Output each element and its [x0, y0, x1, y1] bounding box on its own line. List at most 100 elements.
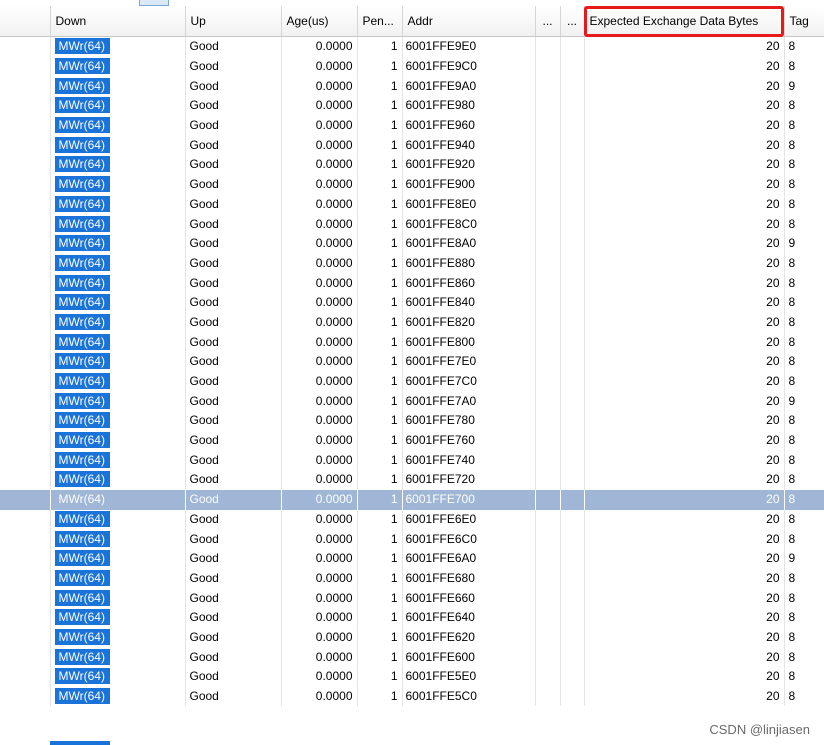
cell-pending: 1 — [357, 607, 403, 628]
table-row[interactable]: MWr(64) Good 0.0000 1 6001FFE7C0 20 8 — [0, 371, 824, 392]
table-row[interactable]: MWr(64) Good 0.0000 1 6001FFE600 20 8 — [0, 647, 824, 667]
cell-age: 0.0000 — [281, 312, 358, 333]
table-row[interactable]: MWr(64) Good 0.0000 1 6001FFE8C0 20 8 — [0, 214, 824, 234]
table-row[interactable]: MWr(64) Good 0.0000 1 6001FFE5C0 20 8 — [0, 686, 824, 707]
row-header-cell — [0, 273, 51, 293]
packet-type-badge: MWr(64) — [54, 176, 110, 193]
cell-pending: 1 — [357, 686, 403, 707]
table-row[interactable]: MWr(64) Good 0.0000 1 6001FFE8A0 20 9 — [0, 233, 824, 254]
table-row[interactable]: MWr(64) Good 0.0000 1 6001FFE8E0 20 8 — [0, 194, 824, 215]
cell-tag: 8 — [784, 588, 824, 608]
cell-collapsed-2 — [560, 214, 585, 234]
cell-collapsed-2 — [560, 115, 585, 136]
cell-collapsed-2 — [560, 489, 585, 510]
table-row[interactable]: MWr(64) Good 0.0000 1 6001FFE640 20 8 — [0, 607, 824, 628]
table-row[interactable]: MWr(64) Good 0.0000 1 6001FFE5E0 20 8 — [0, 667, 824, 687]
column-header-down[interactable]: Down — [50, 6, 186, 37]
cell-down: MWr(64) — [50, 627, 186, 648]
cell-pending: 1 — [357, 96, 403, 116]
cell-pending: 1 — [357, 450, 403, 471]
table-row[interactable]: MWr(64) Good 0.0000 1 6001FFE960 20 8 — [0, 115, 824, 136]
column-header-age[interactable]: Age(us) — [281, 6, 358, 37]
column-header-expected-exchange-data-bytes[interactable]: Expected Exchange Data Bytes — [584, 6, 785, 37]
table-row[interactable]: MWr(64) Good 0.0000 1 6001FFE9A0 20 9 — [0, 76, 824, 97]
cell-down: MWr(64) — [50, 214, 186, 234]
cell-addr: 6001FFE9E0 — [402, 36, 536, 57]
table-row[interactable]: MWr(64) Good 0.0000 1 6001FFE660 20 8 — [0, 588, 824, 608]
cell-pending: 1 — [357, 115, 403, 136]
table-row[interactable]: MWr(64) Good 0.0000 1 6001FFE980 20 8 — [0, 96, 824, 116]
table-row[interactable]: MWr(64) Good 0.0000 1 6001FFE7E0 20 8 — [0, 352, 824, 372]
cell-down: MWr(64) — [50, 391, 186, 412]
cell-age: 0.0000 — [281, 529, 358, 549]
cell-tag: 9 — [784, 76, 824, 97]
cell-pending: 1 — [357, 509, 403, 530]
cell-age: 0.0000 — [281, 56, 358, 77]
table-row[interactable]: MWr(64) Good 0.0000 1 6001FFE6A0 20 9 — [0, 548, 824, 569]
cell-down: MWr(64) — [50, 273, 186, 293]
cell-collapsed-2 — [560, 194, 585, 215]
table-row[interactable]: MWr(64) Good 0.0000 1 6001FFE900 20 8 — [0, 174, 824, 195]
cell-up: Good — [185, 135, 282, 156]
cell-addr: 6001FFE600 — [402, 647, 536, 667]
table-row[interactable]: MWr(64) Good 0.0000 1 6001FFE700 20 8 — [0, 489, 824, 510]
cell-age: 0.0000 — [281, 174, 358, 195]
cell-up: Good — [185, 332, 282, 352]
cell-expected-exchange-data-bytes: 20 — [584, 96, 785, 116]
table-row[interactable]: MWr(64) Good 0.0000 1 6001FFE9C0 20 8 — [0, 56, 824, 77]
table-row[interactable]: MWr(64) Good 0.0000 1 6001FFE940 20 8 — [0, 135, 824, 156]
cell-expected-exchange-data-bytes: 20 — [584, 411, 785, 431]
cell-expected-exchange-data-bytes: 20 — [584, 627, 785, 648]
table-row[interactable]: MWr(64) Good 0.0000 1 6001FFE760 20 8 — [0, 430, 824, 451]
cell-expected-exchange-data-bytes: 20 — [584, 430, 785, 451]
cell-expected-exchange-data-bytes: 20 — [584, 273, 785, 293]
cell-tag: 8 — [784, 332, 824, 352]
cell-collapsed-2 — [560, 174, 585, 195]
table-row[interactable]: MWr(64) Good 0.0000 1 6001FFE620 20 8 — [0, 627, 824, 648]
cell-collapsed-1 — [535, 607, 561, 628]
packet-type-badge: MWr(64) — [54, 38, 110, 55]
cell-collapsed-2 — [560, 36, 585, 57]
cell-expected-exchange-data-bytes: 20 — [584, 292, 785, 313]
table-row[interactable]: MWr(64) Good 0.0000 1 6001FFE820 20 8 — [0, 312, 824, 333]
table-row[interactable]: MWr(64) Good 0.0000 1 6001FFE9E0 20 8 — [0, 36, 824, 57]
column-header-up[interactable]: Up — [185, 6, 282, 37]
table-row[interactable]: MWr(64) Good 0.0000 1 6001FFE680 20 8 — [0, 568, 824, 589]
cell-collapsed-2 — [560, 411, 585, 431]
column-header-pending[interactable]: Pen... — [357, 6, 403, 37]
cell-tag: 8 — [784, 667, 824, 687]
cell-tag: 8 — [784, 430, 824, 451]
table-row[interactable]: MWr(64) Good 0.0000 1 6001FFE840 20 8 — [0, 292, 824, 313]
cell-collapsed-1 — [535, 391, 561, 412]
cell-addr: 6001FFE8A0 — [402, 233, 536, 254]
cell-collapsed-2 — [560, 470, 585, 490]
cell-tag: 8 — [784, 56, 824, 77]
cell-up: Good — [185, 371, 282, 392]
table-row[interactable]: MWr(64) Good 0.0000 1 6001FFE720 20 8 — [0, 470, 824, 490]
cell-tag: 8 — [784, 489, 824, 510]
packet-type-badge: MWr(64) — [54, 451, 110, 468]
cell-age: 0.0000 — [281, 667, 358, 687]
table-row[interactable]: MWr(64) Good 0.0000 1 6001FFE780 20 8 — [0, 411, 824, 431]
table-row[interactable]: MWr(64) Good 0.0000 1 6001FFE6C0 20 8 — [0, 529, 824, 549]
column-header-collapsed-1[interactable]: ... — [535, 6, 561, 37]
cell-age: 0.0000 — [281, 411, 358, 431]
column-header-addr[interactable]: Addr — [402, 6, 536, 37]
table-row[interactable]: MWr(64) Good 0.0000 1 6001FFE800 20 8 — [0, 332, 824, 352]
row-header-column[interactable] — [0, 6, 51, 37]
table-row[interactable]: MWr(64) Good 0.0000 1 6001FFE7A0 20 9 — [0, 391, 824, 412]
table-row[interactable]: MWr(64) Good 0.0000 1 6001FFE920 20 8 — [0, 155, 824, 175]
cell-expected-exchange-data-bytes: 20 — [584, 391, 785, 412]
cell-collapsed-1 — [535, 155, 561, 175]
table-row[interactable]: MWr(64) Good 0.0000 1 6001FFE880 20 8 — [0, 253, 824, 274]
table-row[interactable]: MWr(64) Good 0.0000 1 6001FFE6E0 20 8 — [0, 509, 824, 530]
cell-down: MWr(64) — [50, 607, 186, 628]
table-row[interactable]: MWr(64) Good 0.0000 1 6001FFE860 20 8 — [0, 273, 824, 293]
column-header-collapsed-2[interactable]: ... — [560, 6, 585, 37]
packet-type-badge: MWr(64) — [54, 471, 110, 488]
column-header-tag[interactable]: Tag — [784, 6, 824, 37]
cell-addr: 6001FFE620 — [402, 627, 536, 648]
table-row[interactable]: MWr(64) Good 0.0000 1 6001FFE740 20 8 — [0, 450, 824, 471]
cell-collapsed-1 — [535, 667, 561, 687]
cell-addr: 6001FFE6A0 — [402, 548, 536, 569]
